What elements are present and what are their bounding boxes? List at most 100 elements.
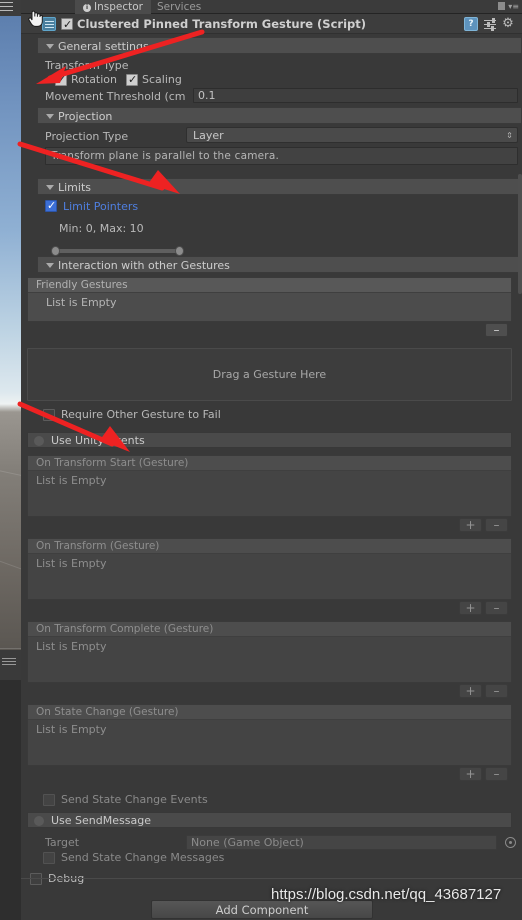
use-unity-events-checkbox[interactable] — [33, 435, 45, 447]
projection-type-dropdown[interactable]: Layer ⇕ — [186, 127, 518, 143]
on-transform-add-button[interactable]: + — [459, 601, 482, 615]
section-projection[interactable]: Projection — [37, 107, 522, 124]
target-label: Target — [45, 836, 80, 849]
on-state-change-add-button[interactable]: + — [459, 767, 482, 781]
on-transform-remove-button[interactable]: – — [485, 601, 508, 615]
section-interaction-label: Interaction with other Gestures — [58, 259, 230, 272]
on-transform-complete-remove-button[interactable]: – — [485, 684, 508, 698]
movement-threshold-input[interactable]: 0.1 — [193, 88, 518, 103]
on-state-change-list[interactable]: On State Change (Gesture) List is Empty — [27, 704, 512, 766]
use-sendmessage-checkbox[interactable] — [33, 815, 45, 827]
friendly-gestures-header: Friendly Gestures — [28, 278, 511, 293]
on-transform-start-header: On Transform Start (Gesture) — [28, 456, 511, 471]
gesture-drop-zone[interactable]: Drag a Gesture Here — [27, 348, 512, 401]
friendly-gestures-list[interactable]: Friendly Gestures List is Empty — [27, 277, 512, 322]
on-transform-start-list[interactable]: On Transform Start (Gesture) List is Emp… — [27, 455, 512, 517]
help-icon[interactable]: ? — [464, 17, 478, 31]
section-interaction[interactable]: Interaction with other Gestures — [37, 256, 522, 273]
watermark-url: https://blog.csdn.net/qq_43687127 — [271, 886, 502, 903]
on-transform-complete-add-button[interactable]: + — [459, 684, 482, 698]
scaling-checkbox[interactable]: ✓ — [126, 74, 138, 86]
use-sendmessage-bar[interactable]: Use SendMessage — [27, 812, 512, 828]
scene-gizmo-line — [2, 661, 16, 662]
overflow-menu-icon[interactable]: ▾≡ — [508, 3, 519, 11]
scene-gizmo-line — [2, 658, 16, 659]
on-transform-complete-list[interactable]: On Transform Complete (Gesture) List is … — [27, 621, 512, 683]
preset-icon[interactable] — [484, 17, 498, 31]
on-state-change-header-label: On State Change (Gesture) — [36, 706, 179, 718]
check-glyph: ✓ — [57, 73, 67, 86]
projection-type-label: Projection Type — [45, 130, 129, 143]
project-panel-sliver — [0, 680, 21, 920]
chevron-updown-icon: ⇕ — [506, 131, 513, 140]
section-general-settings[interactable]: General settings — [37, 37, 522, 54]
on-state-change-remove-button[interactable]: – — [485, 767, 508, 781]
limit-pointers-checkbox[interactable]: ✓ — [45, 200, 57, 212]
rotation-checkbox[interactable]: ✓ — [55, 74, 67, 86]
scene-edge-line — [0, 648, 21, 649]
on-state-change-header: On State Change (Gesture) — [28, 705, 511, 720]
on-transform-complete-empty: List is Empty — [36, 640, 107, 653]
use-unity-events-label: Use Unity Events — [51, 434, 145, 447]
debug-label: Debug — [48, 872, 85, 885]
inspector-tabbar: i Inspector Services ▾≡ — [0, 0, 522, 14]
require-other-gesture-to-fail-checkbox[interactable] — [43, 409, 55, 421]
on-transform-start-add-button[interactable]: + — [459, 518, 482, 532]
scene-ground-line — [0, 560, 21, 572]
send-state-change-events-checkbox — [43, 794, 55, 806]
inspector-body: ✓ Clustered Pinned Transform Gesture (Sc… — [21, 14, 522, 920]
section-projection-label: Projection — [58, 110, 113, 123]
hamburger-menu-icon[interactable] — [0, 2, 13, 12]
use-unity-events-bar[interactable]: Use Unity Events — [27, 432, 512, 448]
component-header: ✓ Clustered Pinned Transform Gesture (Sc… — [21, 14, 522, 34]
gear-icon[interactable]: ⚙ — [501, 17, 515, 31]
section-limits[interactable]: Limits — [37, 178, 522, 195]
limits-minmax-slider[interactable] — [51, 246, 184, 256]
on-transform-start-remove-button[interactable]: – — [485, 518, 508, 532]
component-title: Clustered Pinned Transform Gesture (Scri… — [77, 17, 366, 31]
on-transform-complete-header-label: On Transform Complete (Gesture) — [36, 623, 214, 635]
send-state-change-events-label: Send State Change Events — [61, 793, 208, 806]
lock-icon[interactable] — [498, 2, 505, 10]
scaling-label: Scaling — [142, 73, 182, 86]
on-transform-list[interactable]: On Transform (Gesture) List is Empty — [27, 538, 512, 600]
chevron-down-icon — [46, 185, 54, 190]
scene-ground-line — [0, 470, 21, 478]
tabbar-right-controls: ▾≡ — [493, 2, 519, 12]
info-circle-icon: i — [83, 4, 91, 12]
send-state-change-messages-checkbox — [43, 852, 55, 864]
inspector-scrollbar-thumb[interactable] — [518, 174, 522, 294]
tab-services-label: Services — [157, 1, 202, 13]
limits-max-handle[interactable] — [175, 246, 184, 256]
friendly-gestures-remove-button[interactable]: – — [485, 323, 508, 337]
scene-view-sliver[interactable] — [0, 0, 21, 920]
send-state-change-messages-label: Send State Change Messages — [61, 851, 225, 864]
movement-threshold-label: Movement Threshold (cm — [45, 90, 186, 103]
on-transform-start-header-label: On Transform Start (Gesture) — [36, 457, 189, 469]
friendly-gestures-header-label: Friendly Gestures — [36, 279, 128, 291]
rotation-label: Rotation — [71, 73, 118, 86]
projection-type-value: Layer — [193, 129, 224, 142]
component-foldout-arrow[interactable] — [30, 21, 38, 27]
tab-inspector-label: Inspector — [94, 1, 143, 13]
friendly-gestures-empty: List is Empty — [46, 296, 117, 309]
gesture-drop-zone-label: Drag a Gesture Here — [212, 368, 327, 381]
scene-lower-panel — [0, 650, 21, 680]
on-transform-start-empty: List is Empty — [36, 474, 107, 487]
transform-type-label: Transform Type — [45, 59, 129, 72]
component-enabled-checkbox[interactable]: ✓ — [61, 18, 73, 30]
projection-help-text: Transform plane is parallel to the camer… — [51, 150, 279, 162]
debug-checkbox[interactable] — [30, 873, 42, 885]
target-object-field[interactable]: None (Game Object) — [186, 835, 497, 850]
check-glyph: ✓ — [47, 199, 57, 212]
section-limits-label: Limits — [58, 181, 91, 194]
tab-inspector[interactable]: i Inspector — [75, 0, 151, 14]
limits-range-label: Min: 0, Max: 10 — [59, 222, 144, 235]
require-other-gesture-to-fail-label: Require Other Gesture to Fail — [61, 408, 221, 421]
limits-min-handle[interactable] — [51, 246, 60, 256]
on-transform-empty: List is Empty — [36, 557, 107, 570]
scene-gizmo-line — [2, 664, 16, 665]
target-object-value: None (Game Object) — [191, 836, 304, 849]
object-picker-icon[interactable] — [505, 837, 516, 848]
tab-services[interactable]: Services — [149, 0, 209, 14]
